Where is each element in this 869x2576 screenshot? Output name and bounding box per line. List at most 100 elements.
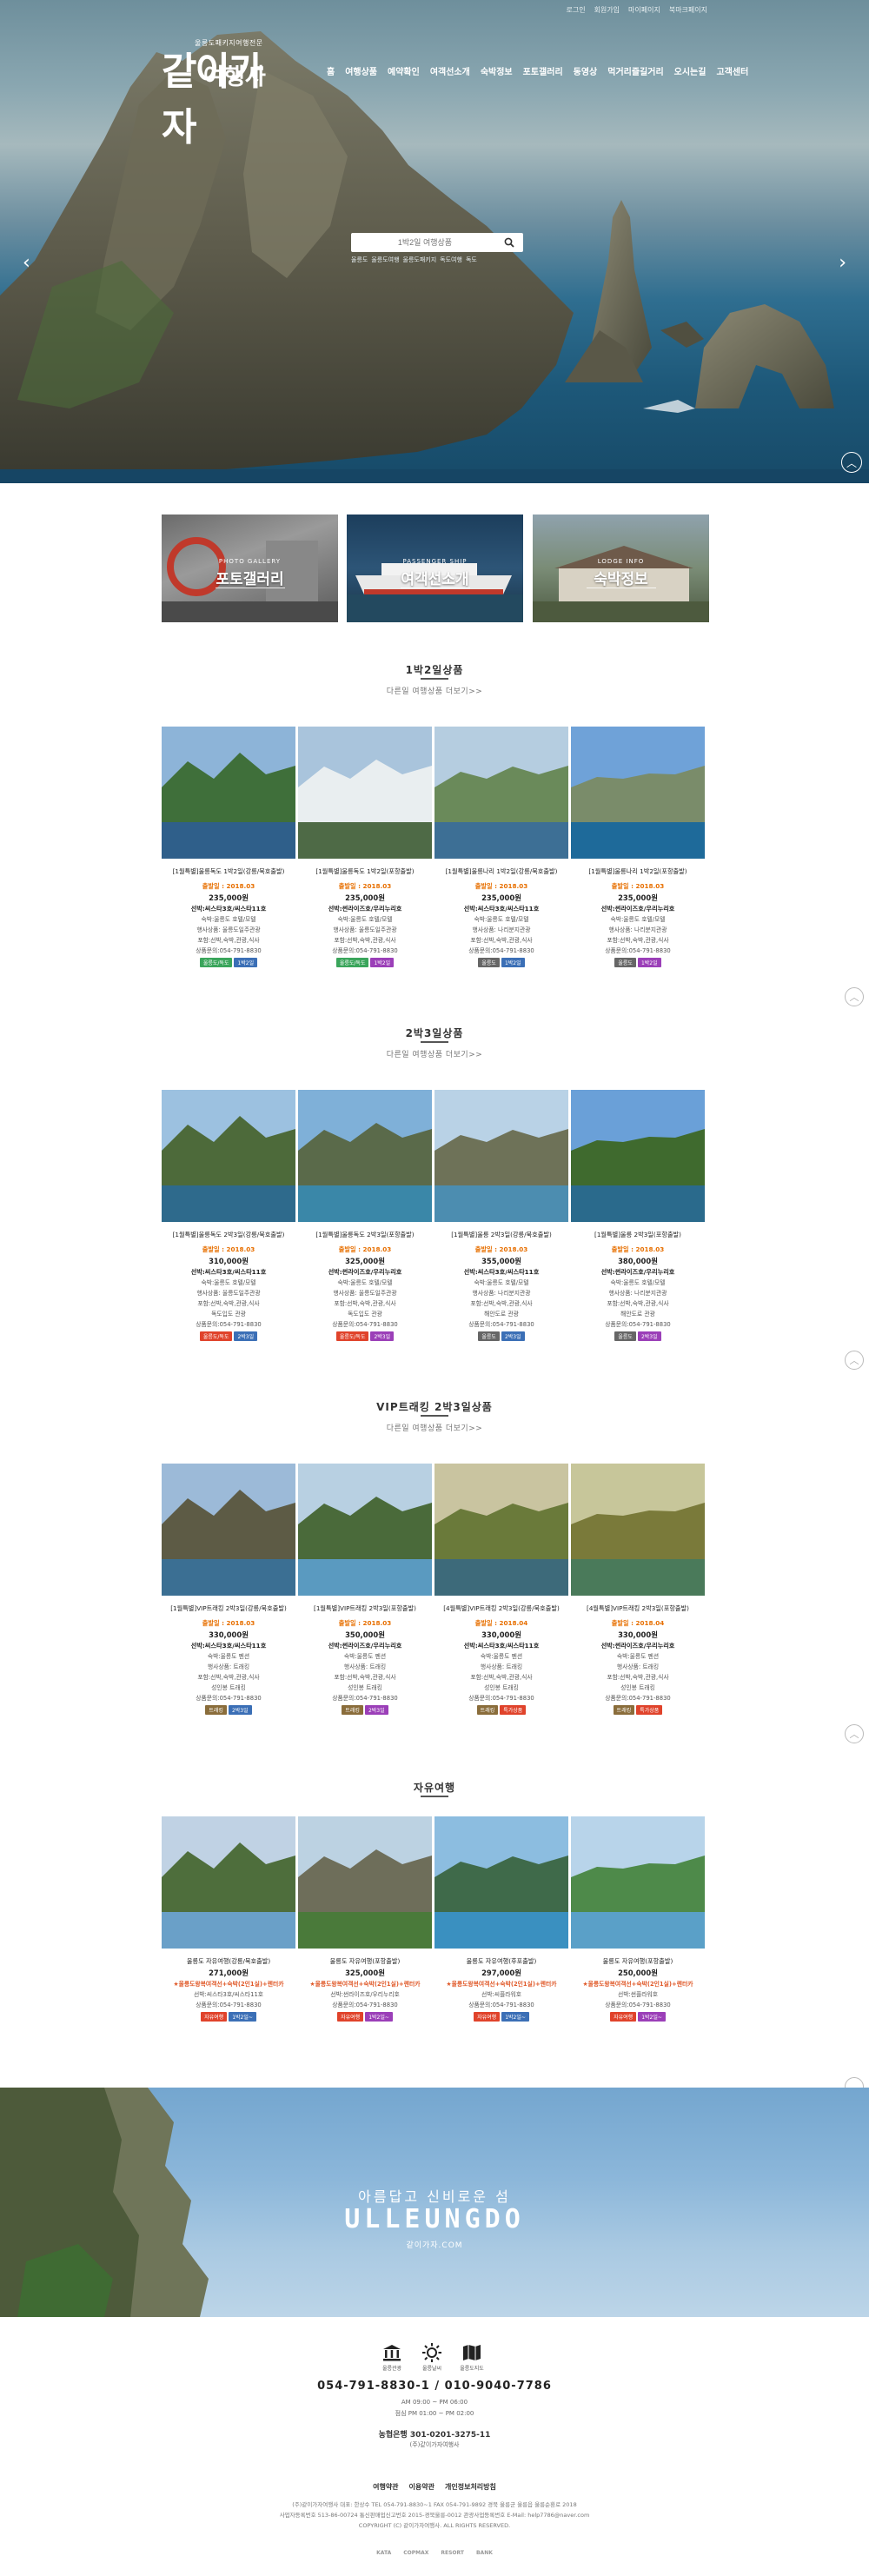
product-card[interactable]: [1월특별]울릉 2박3일(강릉/묵호출발) 출발일 : 2018.03 355,0… xyxy=(434,1090,568,1341)
product-thumbnail[interactable] xyxy=(162,727,295,859)
product-card[interactable]: [1월특별]울릉독도 2박3일(포항출발) 출발일 : 2018.03 325,00… xyxy=(298,1090,432,1341)
chevron-up-icon[interactable]: ︿ xyxy=(841,452,862,473)
product-detail-line: 숙박:울릉도 호텔/모텔 xyxy=(610,1279,666,1286)
product-detail-line: 선박:씨스타3호/씨스타11호 xyxy=(463,905,540,913)
search-icon[interactable] xyxy=(499,233,520,252)
section-more-link[interactable]: 다른일 여행상품 더보기>> xyxy=(0,1422,869,1433)
product-card[interactable]: [1월특별]울릉 2박3일(포항출발) 출발일 : 2018.03 380,000원… xyxy=(571,1090,705,1341)
quick-link-gallery[interactable]: PHOTO GALLERY 포토갤러리 xyxy=(162,515,338,622)
footer-map-link[interactable]: 울릉도지도 xyxy=(459,2343,485,2372)
product-thumbnail[interactable] xyxy=(162,1090,295,1222)
product-thumbnail[interactable] xyxy=(571,1090,705,1222)
product-card[interactable]: [1월특별]울릉독도 2박3일(강릉/묵호출발) 출발일 : 2018.03 310… xyxy=(162,1090,295,1341)
section-more-link[interactable]: 다른일 여행상품 더보기>> xyxy=(0,1048,869,1059)
product-tag-badge: 2박3일 xyxy=(501,1331,525,1341)
product-card[interactable]: [1월특별]울릉나리 1박2일(강릉/묵호출발) 출발일 : 2018.03 235… xyxy=(434,727,568,967)
product-tag-badge: 2박3일 xyxy=(370,1331,395,1341)
product-detail-line: 상품문의:054-791-8830 xyxy=(332,1695,398,1702)
section-more-link[interactable]: 다른일 여행상품 더보기>> xyxy=(0,685,869,696)
footer-usage-link[interactable]: 이용약관 xyxy=(409,2482,434,2492)
product-thumbnail[interactable] xyxy=(571,1816,705,1949)
footer-privacy-link[interactable]: 개인정보처리방침 xyxy=(445,2482,496,2492)
nav-item-products[interactable]: 여행상품 xyxy=(345,64,377,77)
footer-tourism-link[interactable]: 울릉관광 xyxy=(379,2343,405,2372)
product-detail-line: 선박:썬라이즈호/우리누리호 xyxy=(330,1991,400,1998)
product-tag-badge: 자유여행 xyxy=(474,2012,501,2022)
nav-item-reservation[interactable]: 예약확인 xyxy=(388,64,420,77)
product-card[interactable]: [4월특별]VIP트래킹 2박3일(포항출발) 출발일 : 2018.04 330,… xyxy=(571,1464,705,1715)
site-logo[interactable]: 울릉도패키지여행전문 같이가자 여행사 xyxy=(162,33,292,149)
nav-item-home[interactable]: 홈 xyxy=(327,64,335,77)
quick-link-ship[interactable]: PASSENGER SHIP 여객선소개 xyxy=(347,515,523,622)
product-card[interactable]: [1월특별]울릉독도 1박2일(강릉/묵호출발) 출발일 : 2018.03 235… xyxy=(162,727,295,967)
keyword-link[interactable]: 울릉도 xyxy=(351,256,368,264)
product-thumbnail[interactable] xyxy=(434,727,568,859)
footer-terms-link[interactable]: 여행약관 xyxy=(373,2482,398,2492)
product-thumbnail[interactable] xyxy=(571,1464,705,1596)
section-title: 자유여행 xyxy=(413,1782,456,1794)
product-thumbnail[interactable] xyxy=(298,1090,432,1222)
product-thumbnail[interactable] xyxy=(571,727,705,859)
sun-icon xyxy=(421,2343,442,2362)
product-thumbnail[interactable] xyxy=(434,1090,568,1222)
product-tags: 트래킹 특가상품 xyxy=(434,1705,568,1715)
product-card[interactable]: [4월특별]VIP트래킹 2박3일(강릉/묵호출발) 출발일 : 2018.04 3… xyxy=(434,1464,568,1715)
product-detail-line: 포함:선박,숙박,관광,식사 xyxy=(470,1674,533,1681)
product-tag-badge: 울릉도/독도 xyxy=(199,1331,233,1341)
footer-weather-link[interactable]: 울릉날씨 xyxy=(419,2343,445,2372)
slide-next-icon[interactable]: › xyxy=(839,252,846,274)
product-detail-line: 포함:선박,숙박,관광,식사 xyxy=(197,1300,260,1307)
product-card[interactable]: 울릉도 자유여행(후포출발) 297,000원 ★울릉도왕복여객선+숙박(2인1실)… xyxy=(434,1816,568,2022)
product-thumbnail[interactable] xyxy=(434,1464,568,1596)
chevron-up-icon[interactable]: ︿ xyxy=(845,987,864,1006)
product-detail-line: 선박:씨플라워호 xyxy=(481,1991,522,1998)
product-detail-line: 상품문의:054-791-8830 xyxy=(605,2002,671,2008)
keyword-link[interactable]: 울릉도여행 xyxy=(371,256,399,264)
section-divider xyxy=(421,1796,448,1797)
bookmark-link[interactable]: 북마크페이지 xyxy=(669,5,707,15)
product-card[interactable]: [1월특별]울릉나리 1박2일(포항출발) 출발일 : 2018.03 235,00… xyxy=(571,727,705,967)
product-detail-line: 숙박:울릉도 펜션 xyxy=(343,1653,387,1660)
section-divider xyxy=(421,1415,448,1417)
nav-item-ship[interactable]: 여객선소개 xyxy=(430,64,470,77)
login-link[interactable]: 로그인 xyxy=(566,5,585,15)
join-link[interactable]: 회원가입 xyxy=(594,5,620,15)
product-card[interactable]: [1월특별]VIP트래킹 2박3일(강릉/묵호출발) 출발일 : 2018.03 3… xyxy=(162,1464,295,1715)
product-detail-line: 성인봉 트래킹 xyxy=(211,1684,246,1691)
product-thumbnail[interactable] xyxy=(162,1816,295,1949)
chevron-up-icon[interactable]: ︿ xyxy=(845,1351,864,1370)
nav-item-support[interactable]: 고객센터 xyxy=(716,64,748,77)
product-thumbnail[interactable] xyxy=(162,1464,295,1596)
nav-item-food[interactable]: 먹거리즐길거리 xyxy=(607,64,663,77)
nav-item-video[interactable]: 동영상 xyxy=(574,64,598,77)
product-tag-badge: 2박3일 xyxy=(364,1705,388,1715)
product-card[interactable]: [1월특별]울릉독도 1박2일(포항출발) 출발일 : 2018.03 235,00… xyxy=(298,727,432,967)
quick-link-lodging[interactable]: LODGE INFO 숙박정보 xyxy=(533,515,709,622)
search-input[interactable] xyxy=(351,238,499,247)
product-tag-badge: 2박3일 xyxy=(637,1331,661,1341)
mypage-link[interactable]: 마이페이지 xyxy=(628,5,660,15)
product-thumbnail[interactable] xyxy=(298,727,432,859)
product-card[interactable]: 울릉도 자유여행(포항출발) 250,000원 ★울릉도왕복여객선+숙박(2인1실)… xyxy=(571,1816,705,2022)
keyword-link[interactable]: 독도여행 xyxy=(440,256,462,264)
product-card[interactable]: [1월특별]VIP트래킹 2박3일(포항출발) 출발일 : 2018.03 350,… xyxy=(298,1464,432,1715)
keyword-link[interactable]: 울릉도패키지 xyxy=(403,256,437,264)
product-thumbnail[interactable] xyxy=(434,1816,568,1949)
slide-prev-icon[interactable]: ‹ xyxy=(23,252,30,274)
quick-link-label: 숙박정보 xyxy=(594,571,648,588)
nav-item-directions[interactable]: 오시는길 xyxy=(674,64,706,77)
product-detail-line: 포함:선박,숙박,관광,식사 xyxy=(334,937,396,944)
product-detail-line: 숙박:울릉도 펜션 xyxy=(616,1653,660,1660)
footer-partner-logos: KATA COPMAX RESORT BANK xyxy=(0,2550,869,2556)
product-thumbnail[interactable] xyxy=(298,1816,432,1949)
product-card[interactable]: 울릉도 자유여행(강릉/묵호출발) 271,000원 ★울릉도왕복여객선+숙박(2인… xyxy=(162,1816,295,2022)
nav-item-gallery[interactable]: 포토갤러리 xyxy=(523,64,563,77)
nav-item-lodging[interactable]: 숙박정보 xyxy=(481,64,513,77)
footer-phone: 054-791-8830-1 / 010-9040-7786 xyxy=(317,2380,552,2393)
chevron-up-icon[interactable]: ︿ xyxy=(845,1724,864,1743)
product-card[interactable]: 울릉도 자유여행(포항출발) 325,000원 ★울릉도왕복여객선+숙박(2인1실)… xyxy=(298,1816,432,2022)
product-thumbnail[interactable] xyxy=(298,1464,432,1596)
product-detail-line: 상품문의:054-791-8830 xyxy=(196,2002,262,2008)
keyword-link[interactable]: 독도 xyxy=(466,256,477,264)
product-price: 235,000원 xyxy=(209,893,249,902)
